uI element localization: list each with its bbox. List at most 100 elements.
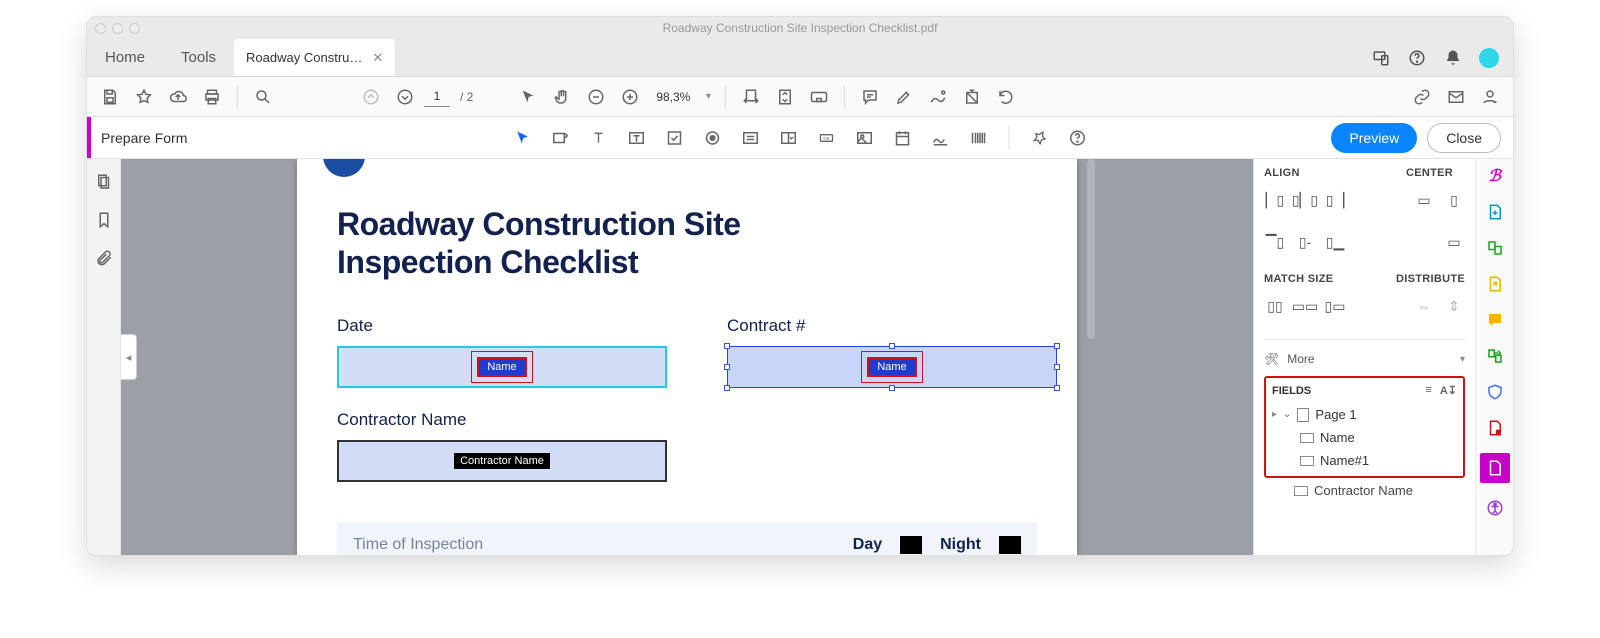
separator — [237, 85, 238, 109]
undo-icon[interactable] — [991, 82, 1021, 112]
sign-icon[interactable] — [1475, 82, 1505, 112]
text-field-mini-icon — [1294, 486, 1308, 496]
save-icon[interactable] — [95, 82, 125, 112]
help-icon[interactable] — [1407, 48, 1427, 68]
align-bottom-icon[interactable]: ▯▁ — [1324, 231, 1346, 253]
protect-icon[interactable] — [1484, 381, 1506, 403]
list-box-icon[interactable] — [737, 123, 765, 153]
fields-header: FIELDS ≡ A↧ — [1270, 384, 1459, 397]
comment-tool-icon[interactable] — [1484, 309, 1506, 331]
more-row[interactable]: 🛠 More ▾ — [1264, 346, 1465, 372]
page-up-icon[interactable] — [356, 82, 386, 112]
tab-home[interactable]: Home — [87, 39, 163, 76]
text-icon[interactable] — [585, 123, 613, 153]
radio-icon[interactable] — [699, 123, 727, 153]
fill-sign-icon[interactable]: i — [1484, 417, 1506, 439]
contract-field-group: Contract # Name — [727, 316, 1057, 388]
signature-field-icon[interactable] — [927, 123, 955, 153]
attachments-icon[interactable] — [95, 249, 113, 267]
export-pdf-icon[interactable] — [1484, 273, 1506, 295]
cloud-upload-icon[interactable] — [163, 82, 193, 112]
expand-left-icon[interactable]: ▸ — [1272, 409, 1277, 420]
barcode-field-icon[interactable] — [965, 123, 993, 153]
text-box-icon[interactable] — [623, 123, 651, 153]
devices-icon[interactable] — [1371, 48, 1391, 68]
create-pdf-icon[interactable] — [1484, 201, 1506, 223]
comment-icon[interactable] — [855, 82, 885, 112]
draw-icon[interactable] — [923, 82, 953, 112]
notifications-icon[interactable] — [1443, 48, 1463, 68]
day-time-field[interactable] — [900, 536, 922, 554]
night-time-field[interactable] — [999, 536, 1021, 554]
fields-tree-page1[interactable]: ▸ ⌄ Page 1 — [1270, 403, 1459, 426]
match-both-icon[interactable]: ▯▭ — [1324, 295, 1346, 317]
align-left-icon[interactable]: ▏▯ — [1264, 189, 1286, 211]
tab-close-icon[interactable]: ✕ — [372, 50, 383, 66]
pointer-tool-icon[interactable] — [509, 123, 537, 153]
pin-icon[interactable] — [1026, 123, 1054, 153]
organize-pages-icon[interactable] — [1484, 345, 1506, 367]
date-field-icon[interactable] — [889, 123, 917, 153]
distribute-h-icon[interactable]: ⇔ — [1413, 295, 1435, 317]
vertical-scrollbar[interactable] — [1087, 159, 1095, 339]
fields-tree-name1[interactable]: Name#1 — [1270, 449, 1459, 472]
print-icon[interactable] — [197, 82, 227, 112]
read-mode-icon[interactable] — [804, 82, 834, 112]
bookmarks-icon[interactable] — [95, 211, 113, 229]
link-icon[interactable] — [1407, 82, 1437, 112]
sort-az-icon[interactable]: A↧ — [1440, 384, 1457, 397]
fields-tree-contractor[interactable]: Contractor Name — [1264, 478, 1465, 498]
center-both-icon[interactable]: ▭ — [1443, 231, 1465, 253]
combine-files-icon[interactable] — [1484, 237, 1506, 259]
email-icon[interactable] — [1441, 82, 1471, 112]
align-center-h-icon[interactable]: ▯▏▯ — [1294, 189, 1316, 211]
signature-tool-icon[interactable]: ℬ — [1484, 165, 1506, 187]
chevron-down-icon[interactable]: ⌄ — [1283, 409, 1291, 420]
fields-panel: FIELDS ≡ A↧ ▸ ⌄ Page 1 Name — [1264, 376, 1465, 478]
find-icon[interactable] — [248, 82, 278, 112]
align-middle-icon[interactable]: ▯- — [1294, 231, 1316, 253]
contractor-form-field[interactable]: Contractor Name — [337, 440, 667, 482]
align-right-icon[interactable]: ▯▕ — [1324, 189, 1346, 211]
tab-document[interactable]: Roadway Constru… ✕ — [234, 39, 395, 76]
user-avatar[interactable] — [1479, 48, 1499, 68]
select-tool-icon[interactable] — [513, 82, 543, 112]
date-form-field[interactable]: Name — [337, 346, 667, 388]
page-number-input[interactable] — [424, 87, 450, 107]
contract-form-field[interactable]: Name — [727, 346, 1057, 388]
title-line-1: Roadway Construction Site — [337, 206, 741, 242]
prepare-form-rail-icon[interactable] — [1480, 453, 1510, 483]
page-down-icon[interactable] — [390, 82, 420, 112]
erase-icon[interactable] — [957, 82, 987, 112]
preview-button[interactable]: Preview — [1331, 123, 1417, 153]
accessibility-icon[interactable] — [1484, 497, 1506, 519]
star-icon[interactable] — [129, 82, 159, 112]
text-field-icon[interactable] — [547, 123, 575, 153]
match-width-icon[interactable]: ▯▯ — [1264, 295, 1286, 317]
thumbnails-icon[interactable] — [95, 173, 113, 191]
button-field-icon[interactable]: OK — [813, 123, 841, 153]
fit-width-icon[interactable] — [736, 82, 766, 112]
document-viewport[interactable]: ◂ Roadway Construction Site Inspection C… — [121, 159, 1253, 555]
zoom-out-icon[interactable] — [581, 82, 611, 112]
center-h-icon[interactable]: ▭ — [1413, 189, 1435, 211]
sort-order-icon[interactable]: ≡ — [1425, 384, 1431, 397]
image-field-icon[interactable] — [851, 123, 879, 153]
tab-tools[interactable]: Tools — [163, 39, 234, 76]
collapse-leftrail-icon[interactable]: ◂ — [121, 334, 137, 380]
align-top-icon[interactable]: ▔▯ — [1264, 231, 1286, 253]
zoom-in-icon[interactable] — [615, 82, 645, 112]
fields-tree-name[interactable]: Name — [1270, 426, 1459, 449]
match-height-icon[interactable]: ▭▭ — [1294, 295, 1316, 317]
hand-tool-icon[interactable] — [547, 82, 577, 112]
checkbox-icon[interactable] — [661, 123, 689, 153]
distribute-v-icon[interactable]: ⇕ — [1443, 295, 1465, 317]
fit-page-icon[interactable] — [770, 82, 800, 112]
center-v-icon[interactable]: ▯ — [1443, 189, 1465, 211]
help-form-icon[interactable] — [1064, 123, 1092, 153]
highlight-icon[interactable] — [889, 82, 919, 112]
close-button[interactable]: Close — [1427, 123, 1501, 153]
dropdown-icon[interactable] — [775, 123, 803, 153]
zoom-value[interactable]: 98,3% — [649, 90, 697, 104]
zoom-dropdown-icon[interactable]: ▾ — [701, 82, 715, 112]
